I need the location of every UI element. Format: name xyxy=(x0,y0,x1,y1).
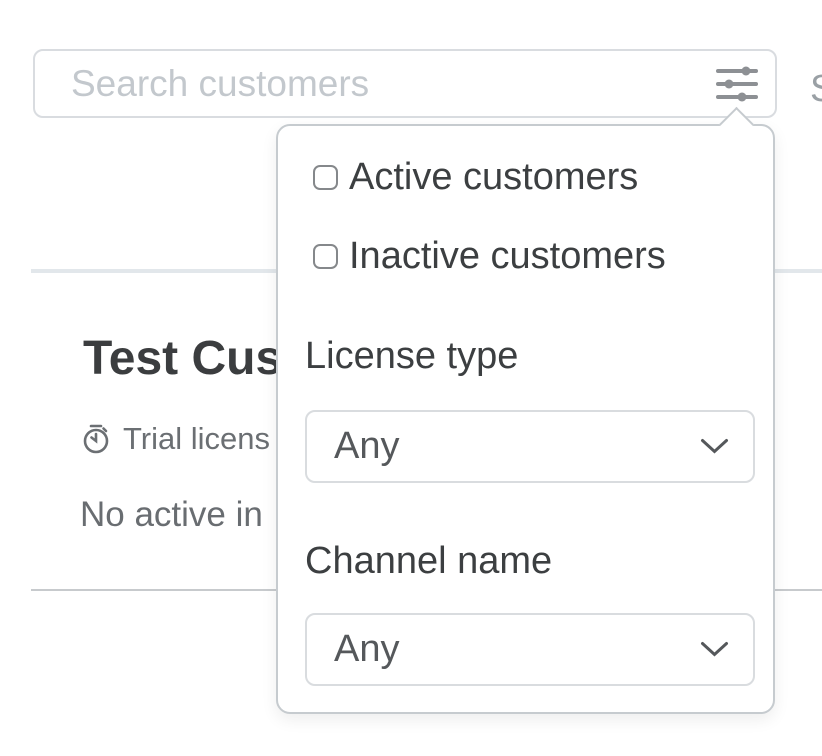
inactive-customers-option[interactable]: Inactive customers xyxy=(313,231,666,281)
active-customers-checkbox[interactable] xyxy=(313,165,338,190)
license-type-label: License type xyxy=(305,335,518,378)
instances-status-text: No active in xyxy=(80,495,263,535)
filter-button[interactable] xyxy=(699,51,775,116)
license-type-select[interactable]: Any xyxy=(305,410,755,483)
active-customers-label: Active customers xyxy=(349,156,638,199)
active-customers-option[interactable]: Active customers xyxy=(313,152,638,202)
license-type-text: Trial licens xyxy=(123,421,270,457)
filter-sliders-icon xyxy=(715,64,759,104)
inactive-customers-label: Inactive customers xyxy=(349,235,666,278)
customers-page: S Test Cust Trial licens No active in Ac… xyxy=(0,0,822,756)
inactive-customers-checkbox[interactable] xyxy=(313,244,338,269)
chevron-down-icon xyxy=(700,641,729,658)
filter-popover: Active customers Inactive customers Lice… xyxy=(276,124,775,714)
right-edge-partial-text: S xyxy=(810,68,822,111)
customer-name-heading: Test Cust xyxy=(83,331,298,386)
channel-name-label: Channel name xyxy=(305,540,552,583)
search-input[interactable] xyxy=(35,51,699,116)
stopwatch-icon xyxy=(80,423,112,455)
channel-name-select[interactable]: Any xyxy=(305,613,755,686)
channel-name-selected-value: Any xyxy=(334,628,399,671)
search-box xyxy=(33,49,777,118)
license-type-selected-value: Any xyxy=(334,425,399,468)
chevron-down-icon xyxy=(700,438,729,455)
license-info-row: Trial licens xyxy=(80,421,270,457)
